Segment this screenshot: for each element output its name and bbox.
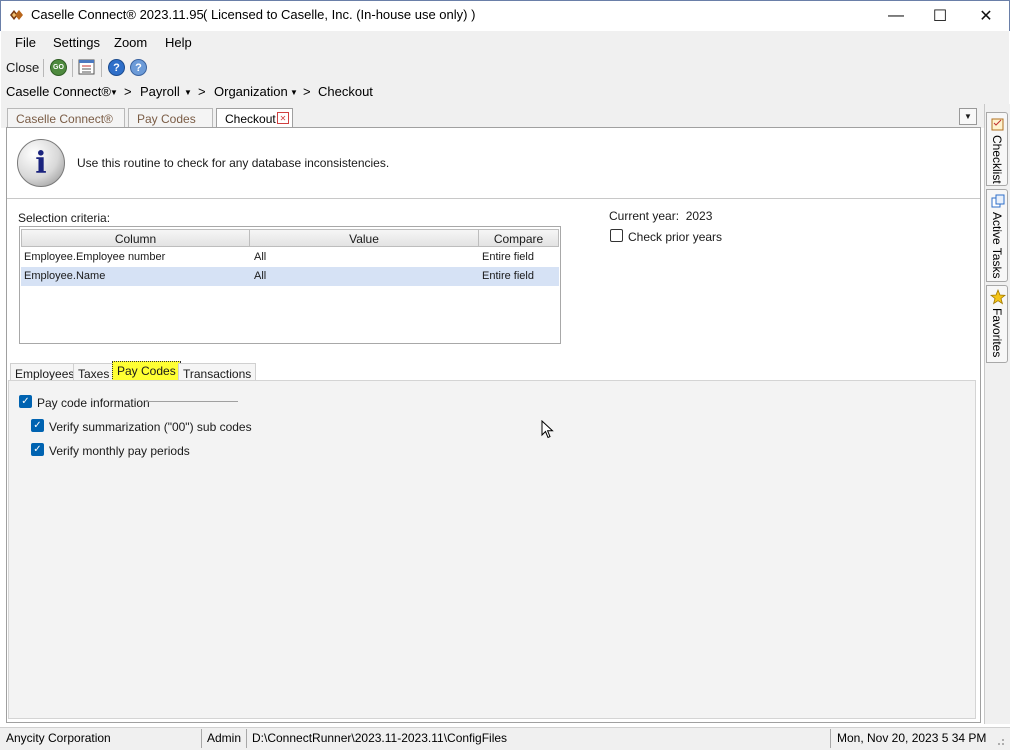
breadcrumb-separator: > [124, 84, 132, 99]
checklist-icon [78, 59, 95, 75]
table-row[interactable]: Employee.Employee number All Entire fiel… [21, 248, 559, 267]
help-button[interactable]: ? [108, 59, 125, 76]
cell-column[interactable]: Employee.Name [21, 267, 249, 286]
tab-pay-codes-options[interactable]: Pay Codes [112, 361, 181, 381]
cell-compare[interactable]: Entire field [479, 248, 559, 267]
check-prior-years-checkbox[interactable] [610, 229, 623, 242]
tab-label: Pay Codes [137, 112, 196, 126]
breadcrumb-checkout: Checkout [318, 84, 373, 99]
menu-file[interactable]: File [15, 35, 36, 50]
status-company: Anycity Corporation [6, 731, 111, 745]
breadcrumb-separator: > [198, 84, 206, 99]
table-row[interactable]: Employee.Name All Entire field [21, 267, 559, 286]
cell-value[interactable]: All [251, 248, 479, 267]
breadcrumb-separator: > [303, 84, 311, 99]
context-help-button[interactable]: ? [130, 59, 147, 76]
info-icon-letter: i [35, 145, 47, 181]
chevron-down-icon: ▼ [964, 112, 972, 121]
tab-caselle-connect[interactable]: Caselle Connect® [7, 108, 125, 128]
dock-tab-active-tasks[interactable]: Active Tasks [986, 189, 1008, 282]
toolbar-divider [43, 59, 44, 77]
go-button[interactable]: GO [50, 59, 67, 76]
breadcrumb-caselle-connect[interactable]: Caselle Connect® [6, 84, 111, 99]
toolbar-divider [72, 59, 73, 77]
cell-column[interactable]: Employee.Employee number [21, 248, 249, 267]
maximize-icon: ☐ [932, 7, 948, 25]
tab-list-dropdown[interactable]: ▼ [959, 108, 977, 125]
cell-compare[interactable]: Entire field [479, 267, 559, 286]
toolbar [1, 55, 1009, 80]
pay-code-information-label[interactable]: Pay code information [37, 396, 150, 410]
menu-bar [1, 31, 1009, 55]
info-icon: i [17, 139, 65, 187]
resize-grip-icon[interactable] [992, 735, 1006, 747]
breadcrumb-organization[interactable]: Organization [214, 84, 288, 99]
verify-monthly-pay-periods-checkbox[interactable]: ✓ [31, 443, 44, 456]
license-text: ( Licensed to Caselle, Inc. (In-house us… [203, 7, 476, 22]
status-divider [246, 729, 247, 748]
current-year-value: 2023 [685, 209, 713, 223]
star-icon [989, 288, 1007, 305]
column-header-compare[interactable]: Compare [478, 229, 559, 247]
tab-close-button[interactable]: ✕ [277, 112, 289, 124]
close-window-button[interactable]: ✕ [963, 0, 1009, 31]
chevron-down-icon[interactable]: ▼ [110, 88, 118, 97]
window-title: Caselle Connect® 2023.11.95 [31, 7, 204, 22]
dock-tab-label: Active Tasks [990, 212, 1004, 279]
close-button[interactable]: Close [6, 60, 39, 75]
dock-tab-checklist[interactable]: Checklist [986, 112, 1008, 186]
menu-help[interactable]: Help [165, 35, 192, 50]
minimize-button[interactable]: — [873, 0, 919, 31]
tab-label: Checkout [225, 112, 276, 126]
mouse-cursor-icon [541, 419, 555, 440]
toolbar-divider [101, 59, 102, 77]
checkmark-icon: ✓ [21, 396, 30, 407]
checklist-icon [991, 117, 1005, 131]
checkmark-icon: ✓ [33, 444, 42, 455]
dock-tab-label: Favorites [990, 308, 1004, 358]
current-year-caption: Current year: [609, 209, 680, 223]
breadcrumb-payroll[interactable]: Payroll [140, 84, 180, 99]
close-icon: ✕ [979, 7, 993, 25]
menu-settings[interactable]: Settings [53, 35, 100, 50]
selection-criteria-label: Selection criteria: [18, 211, 111, 225]
column-header-column[interactable]: Column [21, 229, 250, 247]
tab-pay-codes[interactable]: Pay Codes [128, 108, 213, 128]
group-divider [145, 401, 238, 402]
status-datetime: Mon, Nov 20, 2023 5 34 PM [837, 731, 987, 745]
context-help-icon: ? [135, 61, 142, 74]
cell-value[interactable]: All [251, 267, 479, 286]
status-divider [201, 729, 202, 748]
verify-monthly-pay-periods-label[interactable]: Verify monthly pay periods [49, 444, 190, 458]
go-icon: GO [53, 64, 64, 71]
current-year-label: Current year: 2023 [609, 209, 712, 223]
divider [7, 198, 980, 199]
pay-code-information-checkbox[interactable]: ✓ [19, 395, 32, 408]
tab-label: Caselle Connect® [16, 112, 113, 126]
status-divider [830, 729, 831, 748]
verify-summarization-checkbox[interactable]: ✓ [31, 419, 44, 432]
column-header-value[interactable]: Value [249, 229, 479, 247]
verify-summarization-label[interactable]: Verify summarization ("00") sub codes [49, 420, 252, 434]
minimize-icon: — [888, 6, 904, 24]
menu-zoom[interactable]: Zoom [114, 35, 147, 50]
status-path: D:\ConnectRunner\2023.11-2023.11\ConfigF… [252, 731, 508, 745]
app-logo-icon [9, 9, 25, 21]
active-tasks-icon [991, 194, 1005, 208]
check-prior-years-label[interactable]: Check prior years [628, 230, 722, 244]
dock-tab-favorites[interactable]: Favorites [986, 285, 1008, 363]
checklist-settings-button[interactable] [78, 59, 96, 76]
info-message: Use this routine to check for any databa… [77, 156, 390, 170]
chevron-down-icon[interactable]: ▼ [290, 88, 298, 97]
help-icon: ? [113, 61, 120, 74]
status-user: Admin [207, 731, 242, 745]
chevron-down-icon[interactable]: ▼ [184, 88, 192, 97]
maximize-button[interactable]: ☐ [917, 0, 963, 31]
checkmark-icon: ✓ [33, 420, 42, 431]
close-icon: ✕ [279, 113, 287, 123]
dock-tab-label: Checklist [990, 135, 1004, 184]
